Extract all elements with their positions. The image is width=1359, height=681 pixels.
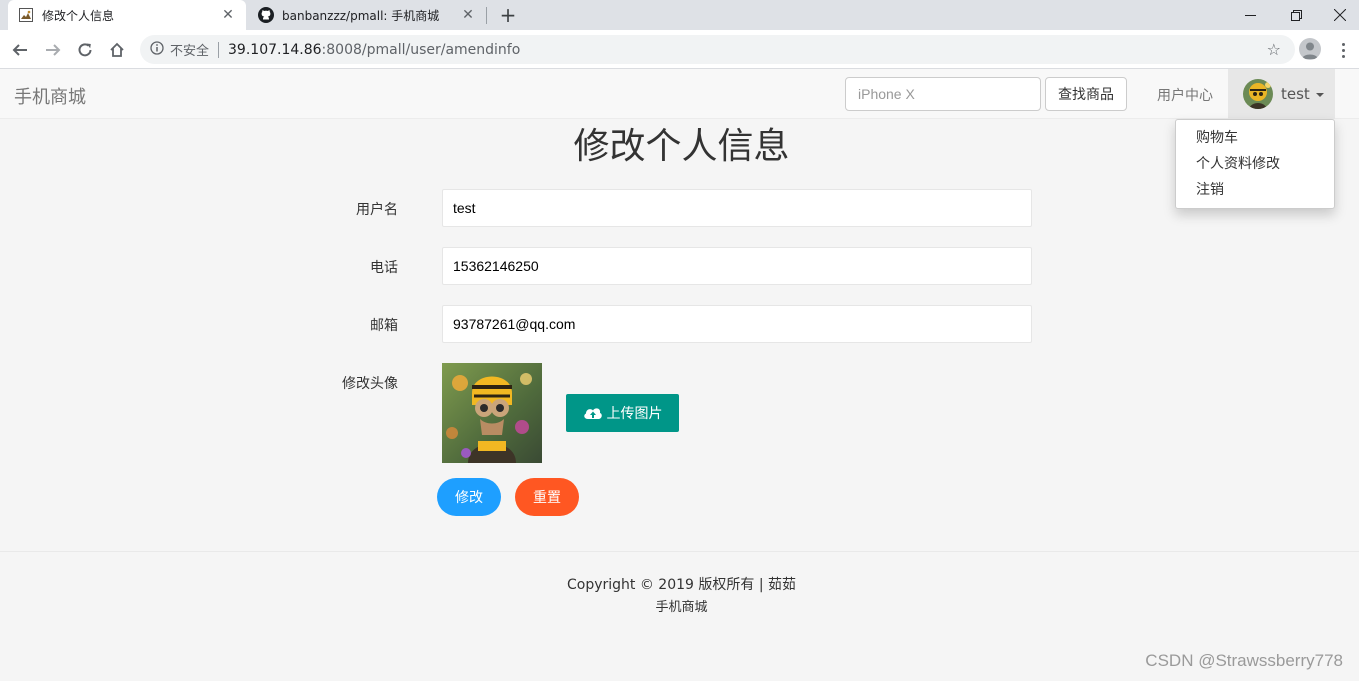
avatar-preview [442, 363, 542, 463]
reload-icon[interactable] [73, 38, 97, 62]
user-center-link[interactable]: 用户中心 [1157, 85, 1213, 105]
home-icon[interactable] [105, 38, 129, 62]
minimize-icon[interactable] [1227, 0, 1273, 30]
security-status: 不安全 [170, 44, 210, 59]
site-brand[interactable]: 手机商城 [14, 83, 86, 109]
user-menu-toggle[interactable]: test [1228, 69, 1335, 119]
upload-button-label: 上传图片 [606, 406, 663, 422]
tab-divider [486, 7, 487, 24]
username-input[interactable] [442, 189, 1032, 227]
image-favicon-icon [18, 7, 34, 23]
bookmark-star-icon[interactable]: ☆ [1267, 40, 1281, 59]
username-label: test [1281, 85, 1310, 103]
modify-button[interactable]: 修改 [437, 478, 501, 516]
tab-title: 修改个人信息 [42, 8, 115, 23]
address-divider [218, 41, 220, 58]
browser-menu-icon[interactable] [1334, 38, 1352, 62]
caret-down-icon [1315, 93, 1324, 97]
browser-tab-strip: 修改个人信息 ✕ banbanzzz/pmall: 手机商城 ✕ + [0, 0, 1359, 30]
github-icon [258, 7, 274, 23]
menu-item-edit-profile[interactable]: 个人资料修改 [1176, 151, 1334, 177]
url-host: 39.107.14.86 [228, 41, 322, 58]
search-products-button[interactable]: 查找商品 [1045, 77, 1127, 111]
phone-field-label: 电话 [370, 260, 398, 276]
email-field-label: 邮箱 [370, 318, 398, 334]
forward-arrow-icon[interactable] [41, 38, 65, 62]
phone-input[interactable] [442, 247, 1032, 285]
avatar [1243, 79, 1273, 109]
back-arrow-icon[interactable] [8, 38, 32, 62]
reset-button[interactable]: 重置 [515, 478, 579, 516]
tab-close-icon[interactable]: ✕ [460, 7, 476, 23]
tab-title: banbanzzz/pmall: 手机商城 [282, 8, 440, 23]
cloud-upload-icon [583, 406, 603, 420]
new-tab-icon[interactable]: + [497, 3, 519, 27]
tab-close-icon[interactable]: ✕ [220, 7, 236, 23]
page-title: 修改个人信息 [573, 126, 790, 167]
menu-item-logout[interactable]: 注销 [1176, 177, 1334, 203]
upload-image-button[interactable]: 上传图片 [566, 394, 679, 432]
browser-toolbar: 不安全 39.107.14.86:8008/pmall/user/amendin… [0, 30, 1359, 69]
profile-avatar-icon[interactable] [1299, 38, 1321, 60]
restore-icon[interactable] [1273, 0, 1319, 30]
info-icon[interactable] [150, 40, 164, 59]
username-field-label: 用户名 [356, 202, 398, 218]
footer-copyright: Copyright © 2019 版权所有 | 茹茹 [566, 577, 796, 593]
site-navbar: 手机商城 查找商品 用户中心 test [0, 69, 1359, 119]
email-input[interactable] [442, 305, 1032, 343]
window-close-icon[interactable] [1317, 0, 1359, 30]
user-dropdown-menu: 购物车 个人资料修改 注销 [1175, 119, 1335, 209]
avatar-field-label: 修改头像 [342, 376, 398, 392]
watermark: CSDN @Strawssberry778 [1145, 651, 1343, 670]
menu-item-cart[interactable]: 购物车 [1176, 125, 1334, 151]
footer-brand: 手机商城 [655, 600, 708, 615]
url-path: :8008/pmall/user/amendinfo [321, 41, 521, 58]
address-bar[interactable]: 不安全 39.107.14.86:8008/pmall/user/amendin… [140, 35, 1295, 64]
footer-divider [0, 551, 1359, 552]
tab-amend-info[interactable]: 修改个人信息 ✕ [8, 0, 246, 30]
tab-github-pmall[interactable]: banbanzzz/pmall: 手机商城 ✕ [248, 0, 486, 30]
product-search-input[interactable] [845, 77, 1041, 111]
